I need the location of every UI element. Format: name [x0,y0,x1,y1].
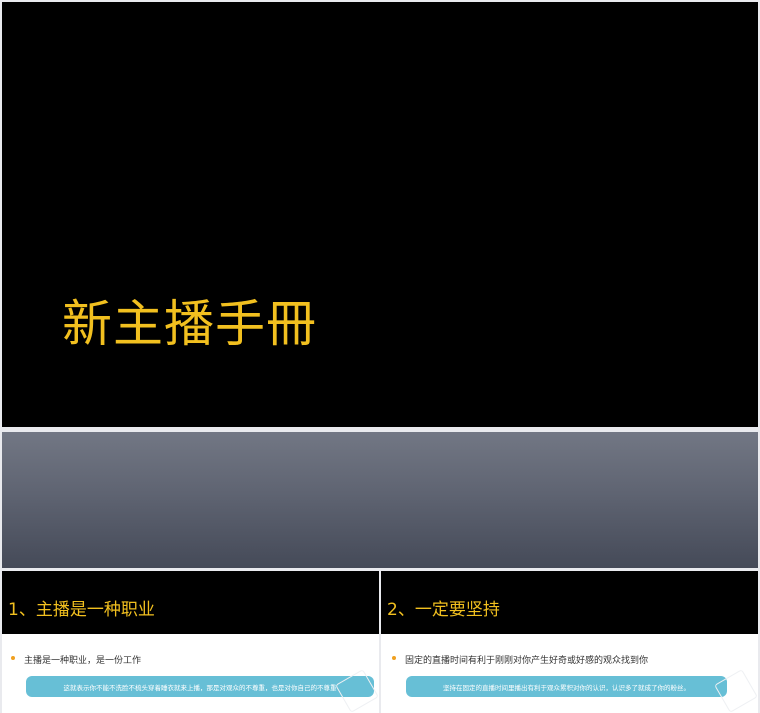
title-slide[interactable]: 新主播手冊 [2,2,758,427]
slide-heading: 1、主播是一种职业 [8,600,155,620]
note-text: 这就表示你不能不洗脸不梳头穿着睡衣就来上播，那是对观众的不尊重，也是对你自己的不… [63,684,337,692]
gradient-slide[interactable] [2,432,758,568]
note-bar: 坚持在固定的直播时间里播出有利于观众累积对你的认识，认识多了就成了你的粉丝。 [406,676,727,697]
slide-heading: 2、一定要坚持 [387,600,500,620]
note-bar: 这就表示你不能不洗脸不梳头穿着睡衣就来上播，那是对观众的不尊重，也是对你自己的不… [26,676,374,697]
bullet-icon [392,656,396,660]
slide-title: 新主播手冊 [62,295,317,353]
bullet-text: 主播是一种职业，是一份工作 [24,656,142,666]
bullet-text: 固定的直播时间有利于刚刚对你产生好奇或好感的观众找到你 [405,656,649,666]
bullet-icon [11,656,15,660]
note-text: 坚持在固定的直播时间里播出有利于观众累积对你的认识，认识多了就成了你的粉丝。 [443,684,690,692]
slide-thumbnail-2[interactable]: 2、一定要坚持 固定的直播时间有利于刚刚对你产生好奇或好感的观众找到你 坚持在固… [381,571,758,713]
slide-header: 1、主播是一种职业 [2,571,379,634]
slide-header: 2、一定要坚持 [381,571,758,634]
slide-thumbnail-1[interactable]: 1、主播是一种职业 主播是一种职业，是一份工作 这就表示你不能不洗脸不梳头穿着睡… [2,571,379,713]
